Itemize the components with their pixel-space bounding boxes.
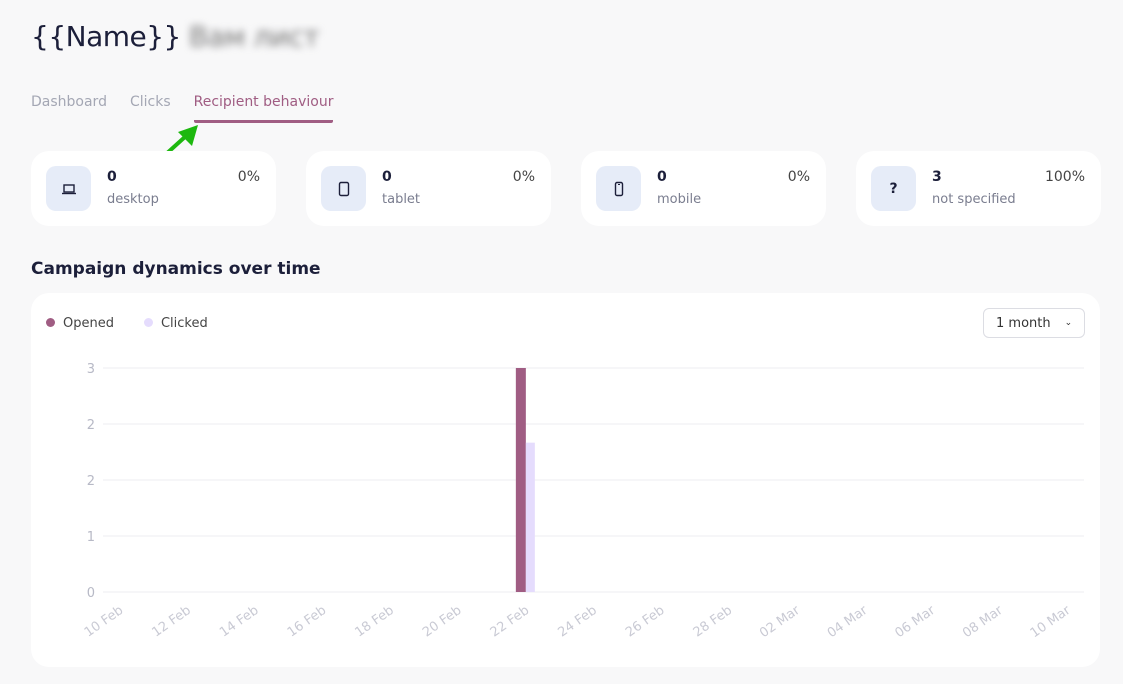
tab-recipient-behaviour[interactable]: Recipient behaviour bbox=[193, 94, 334, 123]
title-text: {{Name}} bbox=[31, 20, 181, 53]
y-tick-label: 0 bbox=[87, 586, 95, 601]
x-tick-label: 20 Feb bbox=[420, 603, 464, 640]
section-title: Campaign dynamics over time bbox=[31, 259, 321, 279]
device-count: 3 bbox=[932, 169, 942, 185]
y-tick-label: 3 bbox=[87, 362, 95, 377]
y-tick-label: 1 bbox=[87, 530, 95, 545]
device-percent: 0% bbox=[512, 169, 535, 185]
x-tick-label: 12 Feb bbox=[149, 603, 193, 640]
laptop-icon bbox=[46, 166, 91, 211]
device-stats: 0 desktop 0% 0 tablet 0% 0 mobile 0% ? 3… bbox=[31, 151, 1101, 226]
bar-clicked bbox=[525, 442, 535, 592]
x-tick-label: 18 Feb bbox=[352, 603, 396, 640]
device-label: desktop bbox=[107, 192, 159, 207]
x-tick-label: 06 Mar bbox=[892, 603, 938, 642]
x-tick-label: 16 Feb bbox=[285, 603, 329, 640]
x-tick-label: 08 Mar bbox=[960, 603, 1006, 642]
mobile-icon bbox=[596, 166, 641, 211]
device-count: 0 bbox=[657, 169, 667, 185]
question-icon: ? bbox=[871, 166, 916, 211]
x-tick-label: 04 Mar bbox=[825, 603, 871, 642]
x-tick-label: 14 Feb bbox=[217, 603, 261, 640]
device-label: mobile bbox=[657, 192, 702, 207]
device-card-mobile: 0 mobile 0% bbox=[581, 151, 826, 226]
x-tick-label: 10 Feb bbox=[82, 603, 126, 640]
device-count: 0 bbox=[107, 169, 117, 185]
y-tick-label: 2 bbox=[87, 418, 95, 433]
y-tick-label: 2 bbox=[87, 474, 95, 489]
device-percent: 100% bbox=[1044, 169, 1085, 185]
x-tick-label: 26 Feb bbox=[623, 603, 667, 640]
device-count: 0 bbox=[382, 169, 392, 185]
blurred-title: Вам лист bbox=[188, 20, 320, 53]
device-card-not-specified: ? 3 not specified 100% bbox=[856, 151, 1101, 226]
device-label: not specified bbox=[932, 192, 1016, 207]
tablet-icon bbox=[321, 166, 366, 211]
device-card-desktop: 0 desktop 0% bbox=[31, 151, 276, 226]
bar-chart: 0 1 2 2 3 10 Feb 12 Feb 14 Feb 16 Feb 18 Feb 20 Fe… bbox=[82, 362, 1084, 642]
tab-dashboard[interactable]: Dashboard bbox=[31, 94, 107, 123]
x-tick-label: 24 Feb bbox=[555, 603, 599, 640]
device-card-tablet: 0 tablet 0% bbox=[306, 151, 551, 226]
chart-panel: Opened Clicked 1 month ⌄ 0 1 2 2 3 10 Feb 12 Fe… bbox=[31, 293, 1100, 667]
device-percent: 0% bbox=[787, 169, 810, 185]
tab-bar: Dashboard Clicks Recipient behaviour bbox=[31, 94, 334, 123]
page-title: {{Name}} Вам лист bbox=[31, 20, 320, 53]
x-tick-label: 28 Feb bbox=[691, 603, 735, 640]
x-tick-label: 02 Mar bbox=[757, 603, 803, 642]
device-percent: 0% bbox=[237, 169, 260, 185]
bar-opened bbox=[515, 368, 526, 592]
x-tick-label: 10 Mar bbox=[1028, 603, 1074, 642]
device-label: tablet bbox=[382, 192, 421, 207]
x-tick-label: 22 Feb bbox=[488, 603, 532, 640]
tab-clicks[interactable]: Clicks bbox=[130, 94, 171, 123]
